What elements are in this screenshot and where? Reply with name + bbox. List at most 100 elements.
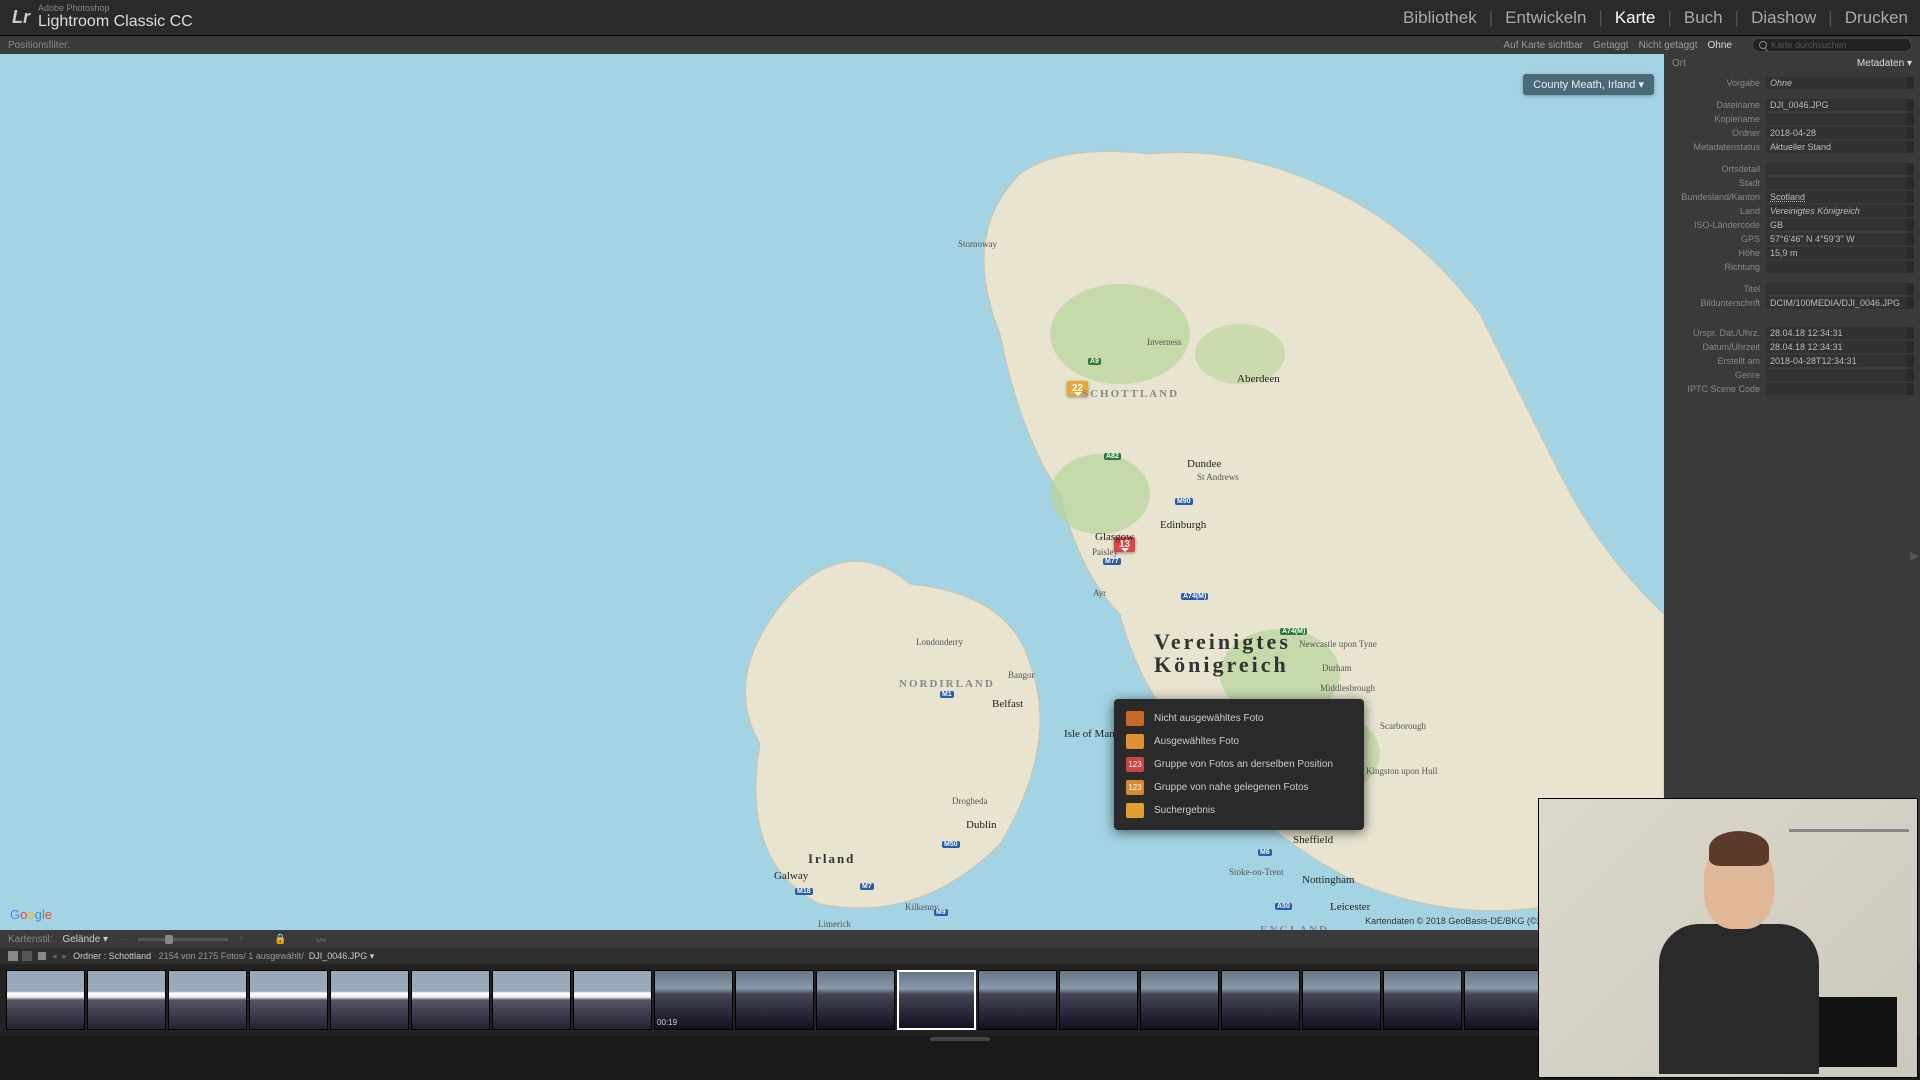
- filter-visible-on-map[interactable]: Auf Karte sichtbar: [1504, 40, 1583, 51]
- thumbnail[interactable]: [168, 970, 247, 1030]
- scroll-grip[interactable]: [930, 1037, 990, 1041]
- position-filter-label: Positionsfilter:: [8, 40, 70, 51]
- thumbnail[interactable]: [330, 970, 409, 1030]
- meta-label: Metadatenstatus: [1670, 142, 1766, 152]
- app-branding: Lr Adobe Photoshop Lightroom Classic CC: [12, 4, 193, 32]
- map-city: Nottingham: [1302, 874, 1355, 886]
- module-slideshow[interactable]: Diashow: [1751, 8, 1816, 28]
- map-city: Bangor: [1008, 670, 1035, 680]
- thumbnail[interactable]: [87, 970, 166, 1030]
- meta-direction-field[interactable]: [1766, 261, 1914, 273]
- panel-tab-location[interactable]: Ort: [1672, 58, 1686, 69]
- meta-title-field[interactable]: [1766, 283, 1914, 295]
- meta-caption-field[interactable]: DCIM/100MEDIA/DJI_0046.JPG: [1766, 297, 1914, 309]
- right-panel-collapse-arrow[interactable]: ▸: [1910, 540, 1920, 570]
- module-picker: Bibliothek | Entwickeln | Karte | Buch |…: [1403, 8, 1908, 28]
- meta-folder-field[interactable]: 2018-04-28: [1766, 127, 1914, 139]
- secondary-monitor-icon[interactable]: [22, 951, 32, 961]
- module-print[interactable]: Drucken: [1845, 8, 1908, 28]
- legend-label: Nicht ausgewähltes Foto: [1154, 713, 1264, 724]
- panel-tab-metadata[interactable]: Metadaten ▾: [1857, 58, 1912, 69]
- map-city: Aberdeen: [1237, 373, 1280, 385]
- module-book[interactable]: Buch: [1684, 8, 1723, 28]
- map-search-input[interactable]: Karte durchsuchen: [1752, 38, 1912, 52]
- map-city: St Andrews: [1197, 472, 1239, 482]
- thumbnail[interactable]: [249, 970, 328, 1030]
- meta-datetime-field[interactable]: 28.04.18 12:34:31: [1766, 341, 1914, 353]
- thumbnail[interactable]: [1464, 970, 1543, 1030]
- meta-label: Richtung: [1670, 262, 1766, 272]
- thumbnail[interactable]: [1221, 970, 1300, 1030]
- meta-city-field[interactable]: [1766, 177, 1914, 189]
- map-city: Stornoway: [958, 239, 997, 249]
- lightroom-logo-icon: Lr: [12, 7, 30, 28]
- thumbnail[interactable]: [1140, 970, 1219, 1030]
- meta-iso-field[interactable]: GB: [1766, 219, 1914, 231]
- meta-label: Dateiname: [1670, 100, 1766, 110]
- meta-copyname-field[interactable]: [1766, 113, 1914, 125]
- meta-created-field[interactable]: 2018-04-28T12:34:31: [1766, 355, 1914, 367]
- meta-label: Höhe: [1670, 248, 1766, 258]
- thumbnail[interactable]: [411, 970, 490, 1030]
- thumbnail[interactable]: [492, 970, 571, 1030]
- legend-swatch-group-icon: 123: [1126, 757, 1144, 772]
- thumbnail[interactable]: [1302, 970, 1381, 1030]
- map-canvas[interactable]: County Meath, Irland ▾ 22 13 Vereinigtes…: [0, 54, 1664, 930]
- meta-country-field[interactable]: Vereinigtes Königreich: [1766, 205, 1914, 217]
- zoom-thumb[interactable]: [165, 935, 173, 944]
- meta-altitude-field[interactable]: 15,9 m: [1766, 247, 1914, 259]
- legend-swatch-unselected-icon: [1126, 711, 1144, 726]
- meta-label: Bundesland/Kanton: [1670, 192, 1766, 202]
- filter-none[interactable]: Ohne: [1708, 40, 1732, 51]
- location-filter-bar: Positionsfilter: Auf Karte sichtbar Geta…: [0, 36, 1920, 54]
- thumbnail[interactable]: [978, 970, 1057, 1030]
- filter-tagged[interactable]: Getaggt: [1593, 40, 1629, 51]
- nav-back-icon[interactable]: ◂: [52, 951, 57, 962]
- google-logo: Google: [10, 907, 52, 922]
- map-tiles: [0, 54, 1664, 930]
- module-map[interactable]: Karte: [1615, 8, 1656, 28]
- tracklog-lock-icon[interactable]: 🔒: [274, 934, 286, 945]
- meta-sublocation-field[interactable]: [1766, 163, 1914, 175]
- meta-label: Erstellt am: [1670, 356, 1766, 366]
- filter-untagged[interactable]: Nicht getaggt: [1639, 40, 1698, 51]
- meta-label: IPTC Scene Code: [1670, 384, 1766, 394]
- module-library[interactable]: Bibliothek: [1403, 8, 1477, 28]
- thumbnail[interactable]: [1059, 970, 1138, 1030]
- legend-label: Suchergebnis: [1154, 805, 1215, 816]
- module-develop[interactable]: Entwickeln: [1505, 8, 1586, 28]
- thumbnail-video[interactable]: 00:19: [654, 970, 733, 1030]
- meta-filename-field[interactable]: DJI_0046.JPG: [1766, 99, 1914, 111]
- meta-scene-field[interactable]: [1766, 383, 1914, 395]
- nav-forward-icon[interactable]: ▸: [63, 951, 68, 962]
- tracklog-icon[interactable]: 〰: [316, 932, 326, 947]
- meta-label: Land: [1670, 206, 1766, 216]
- filmstrip-path[interactable]: Ordner : Schottland 2154 von 2175 Fotos/…: [73, 951, 374, 962]
- webcam-overlay: [1538, 798, 1918, 1078]
- meta-label: ISO-Ländercode: [1670, 220, 1766, 230]
- meta-preset-field[interactable]: Ohne: [1766, 77, 1914, 89]
- map-zoom-slider[interactable]: [138, 938, 228, 941]
- map-city: Belfast: [992, 698, 1023, 710]
- thumbnail-selected[interactable]: [897, 970, 976, 1030]
- grid-view-icon[interactable]: [38, 952, 46, 960]
- thumbnail[interactable]: [6, 970, 85, 1030]
- meta-state-field[interactable]: Scotland: [1766, 191, 1914, 203]
- meta-genre-field[interactable]: [1766, 369, 1914, 381]
- meta-origdate-field[interactable]: 28.04.18 12:34:31: [1766, 327, 1914, 339]
- thumbnail[interactable]: [735, 970, 814, 1030]
- map-city: Edinburgh: [1160, 519, 1206, 531]
- meta-label: Urspr. Dat./Uhrz.: [1670, 328, 1766, 338]
- map-style-dropdown[interactable]: Gelände ▾: [62, 934, 108, 945]
- meta-status-field[interactable]: Aktueller Stand: [1766, 141, 1914, 153]
- map-city: Middlesbrough: [1320, 683, 1375, 693]
- map-legend-popup: Nicht ausgewähltes Foto Ausgewähltes Fot…: [1114, 699, 1364, 830]
- map-city: Dundee: [1187, 458, 1221, 470]
- meta-label: Genre: [1670, 370, 1766, 380]
- thumbnail[interactable]: [816, 970, 895, 1030]
- primary-monitor-icon[interactable]: [8, 951, 18, 961]
- map-location-badge[interactable]: County Meath, Irland ▾: [1523, 74, 1654, 95]
- meta-gps-field[interactable]: 57°6'46" N 4°59'3" W: [1766, 233, 1914, 245]
- thumbnail[interactable]: [573, 970, 652, 1030]
- thumbnail[interactable]: [1383, 970, 1462, 1030]
